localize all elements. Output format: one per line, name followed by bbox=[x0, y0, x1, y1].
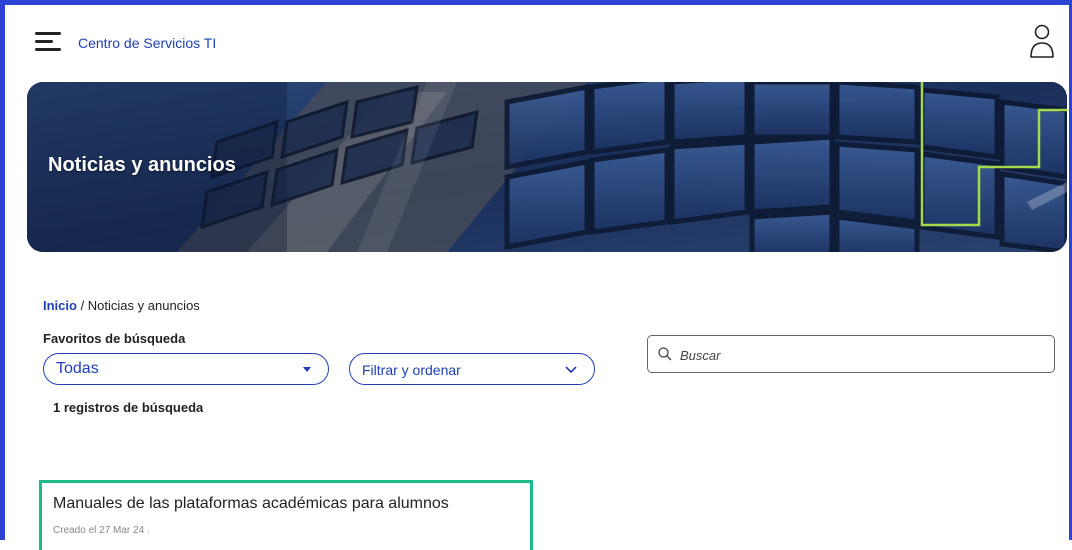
chevron-down-icon bbox=[564, 362, 578, 381]
hamburger-menu-icon[interactable] bbox=[35, 29, 61, 53]
result-title[interactable]: Manuales de las plataformas académicas p… bbox=[53, 495, 449, 513]
filter-sort-label: Filtrar y ordenar bbox=[362, 362, 461, 378]
chevron-down-icon bbox=[302, 362, 312, 381]
page-banner: Noticias y anuncios bbox=[27, 82, 1067, 252]
breadcrumb-home-link[interactable]: Inicio bbox=[43, 298, 77, 313]
site-title[interactable]: Centro de Servicios TI bbox=[78, 35, 216, 51]
search-input[interactable] bbox=[678, 344, 1042, 366]
selection-frame bbox=[0, 0, 1072, 540]
favorites-select-value: Todas bbox=[56, 360, 99, 377]
search-box[interactable] bbox=[647, 335, 1055, 373]
top-header: Centro de Servicios TI bbox=[5, 5, 1069, 77]
banner-title: Noticias y anuncios bbox=[48, 154, 236, 176]
favorites-label: Favoritos de búsqueda bbox=[43, 331, 186, 346]
breadcrumb: Inicio / Noticias y anuncios bbox=[43, 298, 200, 313]
favorites-select[interactable]: Todas bbox=[43, 353, 329, 385]
breadcrumb-current: Noticias y anuncios bbox=[87, 298, 200, 313]
user-profile-icon[interactable] bbox=[1027, 21, 1057, 61]
search-icon bbox=[658, 347, 672, 366]
result-meta: Creado el 27 Mar 24 . bbox=[53, 525, 150, 536]
breadcrumb-separator: / bbox=[76, 298, 88, 313]
results-count: 1 registros de búsqueda bbox=[53, 400, 204, 415]
filter-sort-select[interactable]: Filtrar y ordenar bbox=[349, 353, 595, 385]
